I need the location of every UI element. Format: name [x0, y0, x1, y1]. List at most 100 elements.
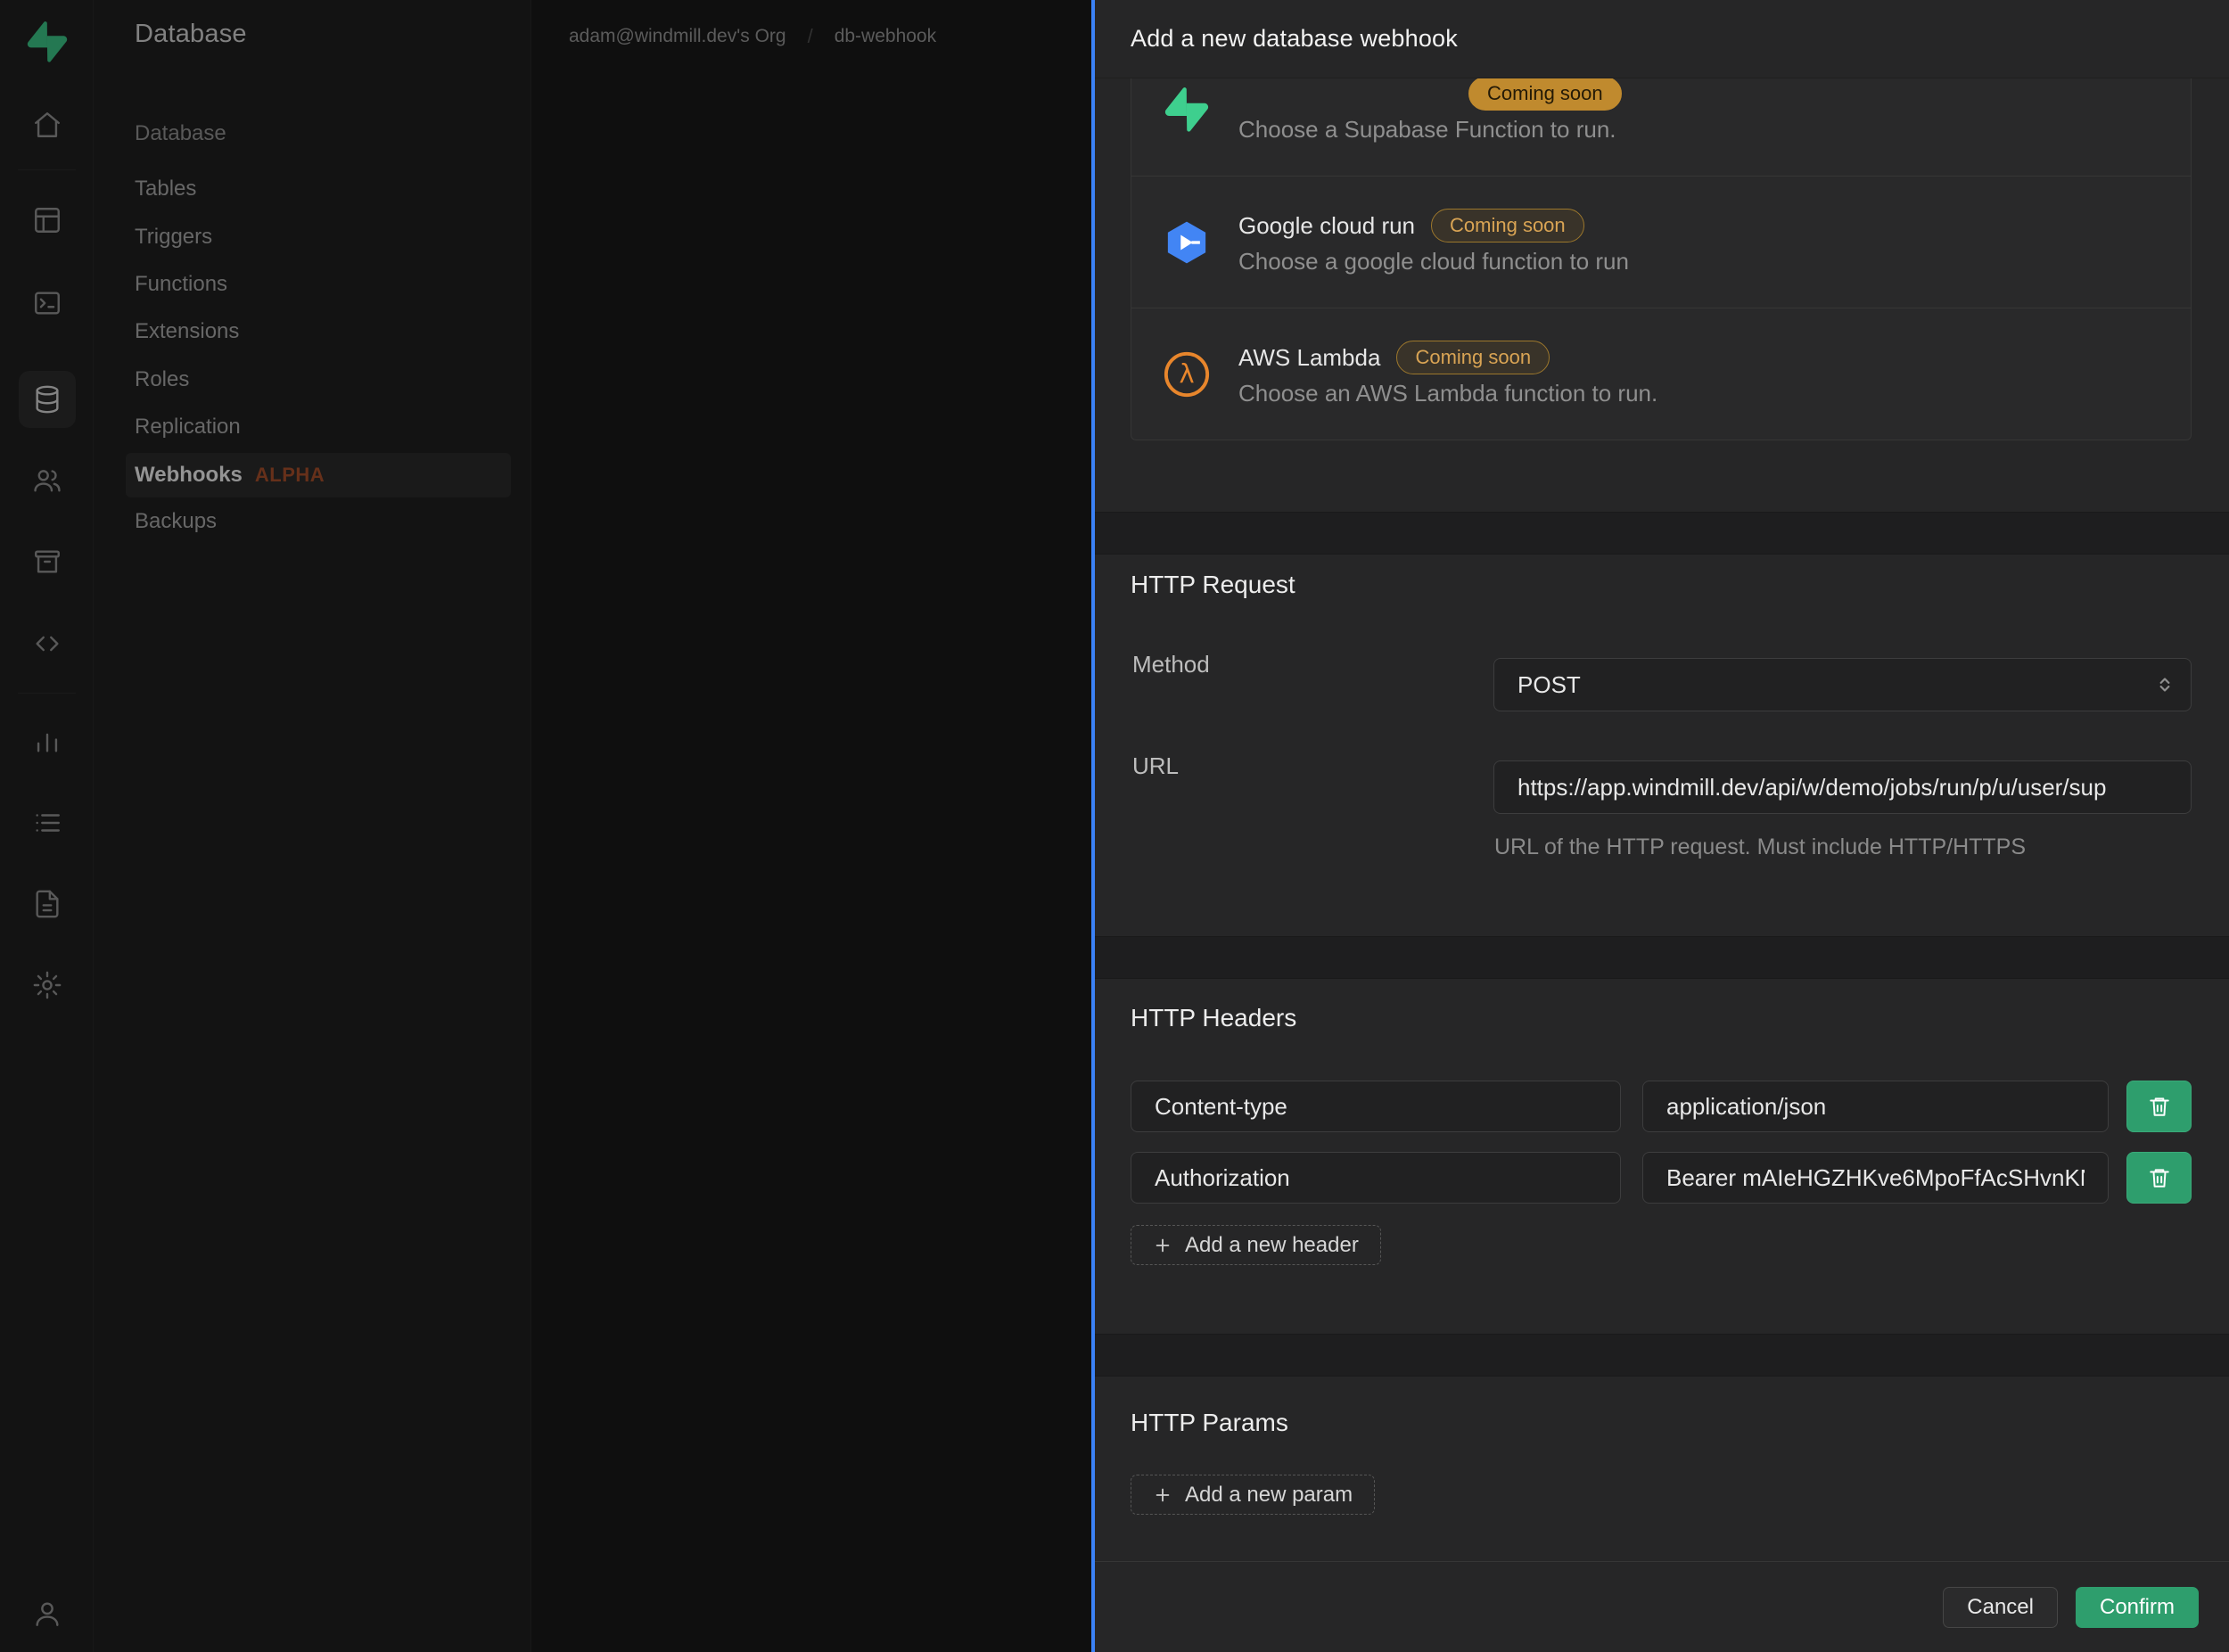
nav-table-editor[interactable] — [0, 192, 94, 249]
list-icon — [35, 814, 60, 832]
user-icon — [35, 1602, 59, 1626]
service-title: Google cloud run — [1238, 211, 1416, 239]
nav-docs[interactable] — [0, 875, 94, 933]
url-input[interactable] — [1493, 760, 2192, 814]
service-description: Choose a Supabase Function to run. — [1238, 115, 1616, 143]
webhook-side-panel: Coming soon Choose a Supabase Function t… — [1091, 0, 2229, 1652]
coming-soon-badge: Coming soon — [1468, 78, 1622, 111]
delete-header-button[interactable] — [2126, 1152, 2192, 1204]
sidebar-item-triggers[interactable]: Triggers — [135, 222, 212, 252]
sidebar-item-backups[interactable]: Backups — [135, 506, 217, 537]
bar-chart-icon — [37, 733, 57, 752]
trash-icon — [2149, 1097, 2169, 1116]
nav-database[interactable] — [0, 371, 94, 428]
breadcrumb-separator: / — [807, 25, 813, 47]
header-value-input[interactable] — [1642, 1081, 2109, 1132]
add-param-button[interactable]: Add a new param — [1131, 1475, 1376, 1515]
url-label: URL — [1132, 752, 1180, 779]
supabase-logo[interactable] — [0, 21, 94, 62]
header-key-input[interactable] — [1131, 1152, 1621, 1204]
sidebar-item-label: Tables — [135, 177, 197, 201]
home-icon — [34, 112, 60, 137]
coming-soon-badge: Coming soon — [1431, 209, 1584, 242]
alpha-badge: ALPHA — [254, 464, 325, 486]
section-divider — [1095, 512, 2229, 555]
sidebar-item-tables[interactable]: Tables — [135, 174, 196, 204]
delete-header-button[interactable] — [2126, 1081, 2192, 1132]
nav-edge-functions[interactable] — [0, 615, 94, 672]
rail-divider — [18, 693, 76, 694]
main-content-area — [531, 0, 1091, 1652]
panel-body: Coming soon Choose a Supabase Function t… — [1095, 78, 2229, 1561]
sidebar-item-label: Extensions — [135, 319, 240, 343]
header-key-input[interactable] — [1131, 1081, 1621, 1132]
breadcrumb-org[interactable]: adam@windmill.dev's Org — [569, 26, 786, 47]
confirm-button[interactable]: Confirm — [2075, 1586, 2199, 1628]
add-header-label: Add a new header — [1185, 1232, 1359, 1257]
nav-settings[interactable] — [0, 957, 94, 1014]
sidebar-item-label: Roles — [135, 367, 190, 391]
sidebar-item-functions[interactable]: Functions — [135, 269, 227, 300]
coming-soon-badge: Coming soon — [1396, 341, 1550, 374]
app-background: Database Database Tables Triggers Functi… — [0, 0, 1091, 1652]
svg-text:λ: λ — [1179, 358, 1194, 389]
archive-icon — [34, 550, 60, 573]
sidebar-item-label: Triggers — [135, 225, 213, 249]
nav-home[interactable] — [0, 96, 94, 153]
rail-divider — [18, 169, 76, 170]
sidebar-item-label: Replication — [135, 415, 241, 439]
service-option-supabase-function[interactable]: Coming soon Choose a Supabase Function t… — [1131, 78, 2191, 176]
supabase-function-icon — [1162, 85, 1212, 135]
nav-auth[interactable] — [0, 452, 94, 509]
select-caret-icon — [2153, 673, 2176, 696]
service-option-google-cloud-run[interactable]: Google cloud run Coming soon Choose a go… — [1131, 176, 2191, 308]
nav-logs[interactable] — [0, 794, 94, 851]
database-menu: Database Database Tables Triggers Functi… — [94, 0, 531, 1652]
url-help-text: URL of the HTTP request. Must include HT… — [1494, 834, 2027, 859]
database-icon — [35, 385, 59, 414]
nav-sql-editor[interactable] — [0, 275, 94, 332]
plus-icon — [1156, 1488, 1170, 1501]
nav-rail — [0, 0, 94, 1652]
plus-icon — [1156, 1238, 1170, 1252]
sidebar-item-replication[interactable]: Replication — [135, 412, 241, 442]
add-param-label: Add a new param — [1185, 1482, 1353, 1507]
breadcrumb-project[interactable]: db-webhook — [835, 26, 936, 47]
aws-lambda-icon: λ — [1162, 349, 1212, 399]
panel-title: Add a new database webhook — [1131, 25, 1458, 52]
breadcrumb: adam@windmill.dev's Org / db-webhook — [569, 25, 936, 48]
service-options-list: Coming soon Choose a Supabase Function t… — [1131, 78, 2192, 440]
users-icon — [33, 470, 61, 492]
service-title: AWS Lambda — [1238, 343, 1381, 371]
supabase-logo-icon — [27, 21, 67, 62]
sidebar-item-label: Functions — [135, 272, 228, 296]
page-title: Database — [135, 20, 247, 48]
sidebar-item-label: Backups — [135, 509, 218, 533]
header-value-input[interactable] — [1642, 1152, 2109, 1204]
sidebar-item-extensions[interactable]: Extensions — [135, 316, 239, 347]
method-label: Method — [1132, 651, 1210, 678]
service-description: Choose an AWS Lambda function to run. — [1238, 380, 1658, 407]
trash-icon — [2149, 1169, 2169, 1188]
menu-heading: Database — [135, 121, 226, 145]
nav-account[interactable] — [0, 1585, 94, 1642]
panel-header: Add a new database webhook — [1095, 0, 2229, 78]
service-description: Choose a google cloud function to run — [1238, 248, 1629, 275]
nav-reports[interactable] — [0, 712, 94, 769]
section-divider — [1095, 936, 2229, 979]
cancel-button[interactable]: Cancel — [1943, 1586, 2058, 1628]
method-select[interactable]: POST — [1493, 658, 2192, 711]
file-text-icon — [35, 890, 59, 918]
terminal-icon — [34, 292, 60, 315]
sidebar-item-webhooks[interactable]: Webhooks ALPHA — [135, 460, 325, 490]
http-params-heading: HTTP Params — [1131, 1409, 1288, 1436]
sidebar-item-roles[interactable]: Roles — [135, 365, 189, 395]
add-header-button[interactable]: Add a new header — [1131, 1225, 1381, 1265]
code-icon — [35, 636, 59, 652]
nav-storage[interactable] — [0, 533, 94, 590]
method-value: POST — [1518, 670, 1581, 698]
service-option-aws-lambda[interactable]: λ AWS Lambda Coming soon Choose an AWS L… — [1131, 308, 2191, 440]
section-divider — [1095, 1334, 2229, 1377]
panel-footer: Cancel Confirm — [1095, 1561, 2229, 1652]
http-headers-heading: HTTP Headers — [1131, 1004, 1297, 1031]
